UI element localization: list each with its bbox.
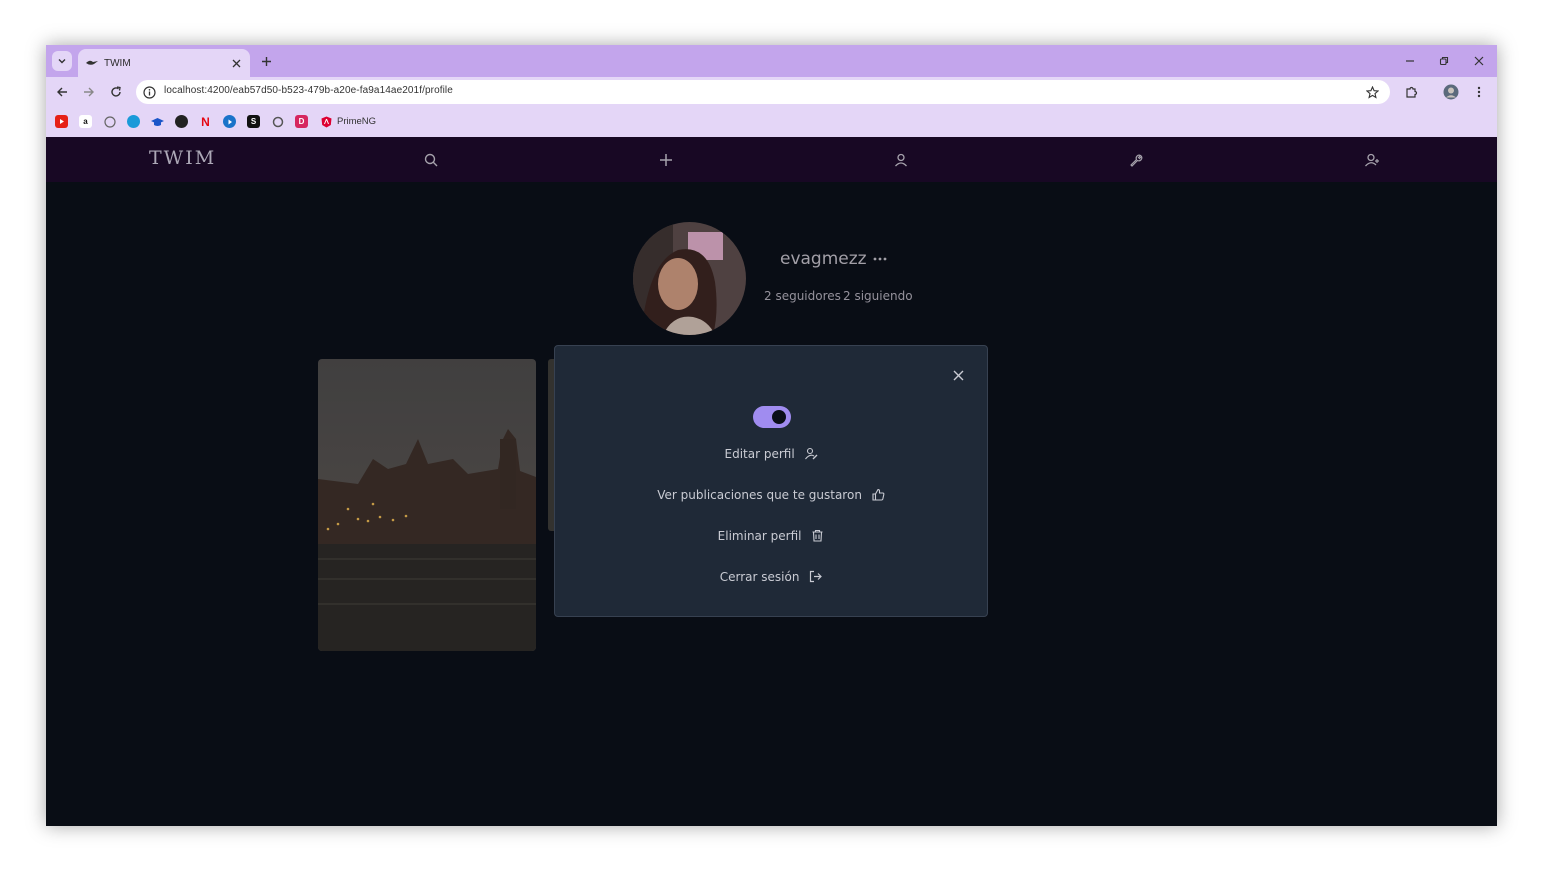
- d-icon[interactable]: D: [295, 115, 308, 128]
- primeng-icon[interactable]: [320, 115, 333, 128]
- forward-button[interactable]: [81, 84, 97, 100]
- browser-window: TWIM localhost:4200/eab57d50-b523-479b-a…: [46, 45, 1497, 826]
- close-icon: [1474, 56, 1484, 66]
- toggle-knob: [772, 410, 786, 424]
- profile-avatar-button[interactable]: [1442, 83, 1460, 101]
- tab-strip: TWIM: [46, 45, 1497, 77]
- bookmark-star-icon[interactable]: [1364, 84, 1380, 100]
- browser-menu-button[interactable]: [1470, 83, 1488, 101]
- youtube-icon[interactable]: [55, 115, 68, 128]
- restore-button[interactable]: [1435, 53, 1453, 69]
- arrow-right-icon: [84, 87, 94, 97]
- chevron-down-icon: [58, 59, 66, 64]
- thumbs-up-icon: [872, 488, 885, 501]
- edit-profile-label: Editar perfil: [724, 447, 795, 461]
- restore-icon: [1439, 56, 1449, 66]
- plus-icon: [261, 56, 271, 66]
- play-icon[interactable]: [223, 115, 236, 128]
- twim-favicon-icon: [86, 58, 98, 68]
- liked-posts-button[interactable]: Ver publicaciones que te gustaron: [555, 488, 987, 502]
- logout-button[interactable]: Cerrar sesión: [555, 570, 987, 584]
- trash-icon: [812, 529, 823, 542]
- globe-icon[interactable]: [127, 115, 140, 128]
- browser-toolbar: localhost:4200/eab57d50-b523-479b-a20e-f…: [46, 77, 1497, 107]
- profile-options-dialog: Editar perfil Ver publicaciones que te g…: [554, 345, 988, 617]
- graduation-cap-icon[interactable]: [151, 115, 164, 128]
- kebab-menu-icon: [1477, 86, 1481, 98]
- tab-search-button[interactable]: [52, 51, 72, 71]
- url-text: localhost:4200/eab57d50-b523-479b-a20e-f…: [164, 85, 453, 96]
- close-icon: [953, 370, 963, 380]
- user-edit-icon: [804, 447, 817, 460]
- site-info-icon[interactable]: [142, 85, 156, 99]
- bookmarks-bar: a N S D PrimeNG: [46, 107, 1497, 137]
- delete-profile-label: Eliminar perfil: [717, 529, 802, 543]
- address-bar[interactable]: localhost:4200/eab57d50-b523-479b-a20e-f…: [136, 80, 1390, 104]
- minimize-button[interactable]: [1401, 53, 1419, 69]
- edit-profile-button[interactable]: Editar perfil: [555, 447, 987, 461]
- back-button[interactable]: [54, 84, 70, 100]
- reload-icon: [111, 86, 121, 97]
- amazon-icon[interactable]: a: [79, 115, 92, 128]
- s-icon[interactable]: S: [247, 115, 260, 128]
- logout-label: Cerrar sesión: [719, 570, 800, 584]
- extensions-button[interactable]: [1403, 83, 1421, 101]
- browser-tab[interactable]: TWIM: [78, 49, 250, 77]
- chatgpt-icon[interactable]: [271, 115, 284, 128]
- minimize-icon: [1406, 60, 1414, 62]
- close-tab-icon[interactable]: [230, 57, 242, 69]
- puzzle-icon: [1406, 86, 1418, 98]
- theme-toggle[interactable]: [753, 406, 791, 428]
- close-window-button[interactable]: [1470, 53, 1488, 69]
- liked-posts-label: Ver publicaciones que te gustaron: [657, 488, 862, 502]
- github-icon[interactable]: [103, 115, 116, 128]
- delete-profile-button[interactable]: Eliminar perfil: [555, 529, 987, 543]
- arrow-left-icon: [57, 87, 67, 97]
- bookmark-primeng-label[interactable]: PrimeNG: [337, 116, 376, 127]
- avatar-icon: [1443, 84, 1459, 100]
- bookmark-dark-icon[interactable]: [175, 115, 188, 128]
- tab-title: TWIM: [104, 57, 131, 69]
- reload-button[interactable]: [108, 84, 124, 100]
- netflix-icon[interactable]: N: [199, 115, 212, 129]
- new-tab-button[interactable]: [258, 53, 274, 69]
- sign-out-icon: [810, 570, 823, 583]
- close-dialog-button[interactable]: [950, 367, 966, 383]
